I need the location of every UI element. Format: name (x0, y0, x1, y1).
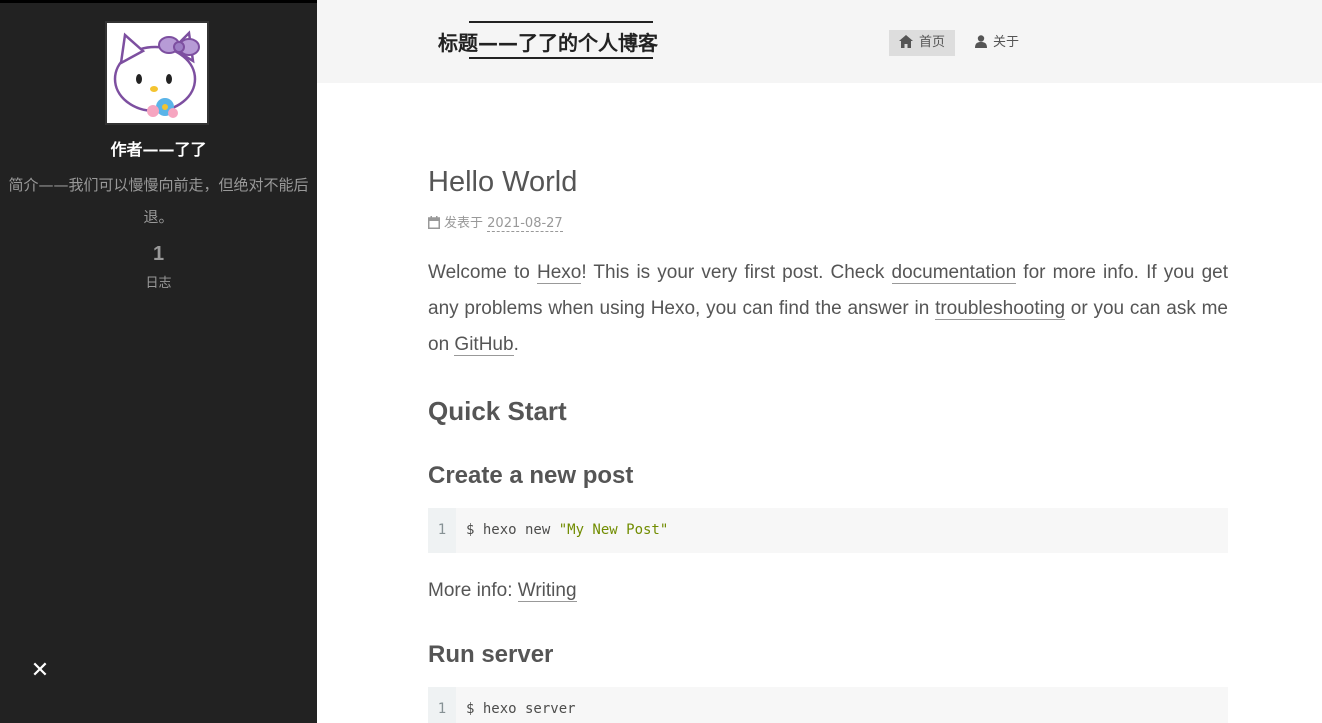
github-link[interactable]: GitHub (454, 334, 514, 356)
heading-run-server: Run server (428, 641, 554, 668)
post-meta-label: 发表于 (444, 216, 484, 231)
close-icon: ✕ (30, 657, 50, 682)
post-meta: 发表于 2021-08-27 (428, 212, 563, 232)
post-date: 2021-08-27 (487, 216, 563, 232)
posts-label[interactable]: 日志 (0, 272, 317, 291)
site-header: 标题——了了的个人博客 首页 关于 (317, 0, 1322, 83)
code-line[interactable]: $ hexo new "My New Post" (466, 508, 668, 553)
intro-text-5: . (513, 334, 519, 355)
home-icon (899, 35, 913, 48)
documentation-link[interactable]: documentation (891, 262, 1017, 284)
code-line-number: 1 (428, 687, 456, 723)
writing-link[interactable]: Writing (517, 580, 577, 602)
more-info-label: More info: (428, 580, 518, 601)
title-top-line (469, 21, 653, 23)
hexo-link[interactable]: Hexo (536, 262, 582, 284)
heading-create-post: Create a new post (428, 462, 634, 489)
hello-kitty-avatar-icon (107, 23, 207, 123)
sidebar: 作者——了了 简介——我们可以慢慢向前走，但绝对不能后退。 1 日志 ✕ (0, 0, 317, 723)
close-sidebar-button[interactable]: ✕ (30, 657, 50, 682)
user-icon (975, 35, 987, 48)
nav-item-about-label: 关于 (993, 35, 1020, 50)
intro-paragraph: Welcome to Hexo! This is your very first… (428, 255, 1228, 363)
site-title[interactable]: 标题——了了的个人博客 (438, 27, 658, 56)
code-string: "My New Post" (558, 522, 669, 538)
posts-count[interactable]: 1 (0, 243, 317, 266)
code-line-number: 1 (428, 508, 456, 553)
intro-text-1: Welcome to (428, 262, 537, 283)
calendar-icon (428, 216, 440, 229)
code-block-new-post: 1 $ hexo new "My New Post" (428, 508, 1228, 553)
code-line[interactable]: $ hexo server (466, 687, 576, 723)
author-description: 简介——我们可以慢慢向前走，但绝对不能后退。 (8, 176, 309, 226)
intro-text-2: ! This is your very first post. Check (581, 262, 892, 283)
nav-item-about[interactable]: 关于 (965, 30, 1029, 56)
nav-item-home[interactable]: 首页 (889, 30, 956, 56)
heading-quick-start: Quick Start (428, 396, 567, 426)
author-name: 作者——了了 (110, 140, 207, 159)
troubleshooting-link[interactable]: troubleshooting (935, 298, 1066, 320)
title-bottom-line (469, 57, 653, 59)
more-info-paragraph: More info: Writing (428, 573, 1228, 609)
code-block-server: 1 $ hexo server (428, 687, 1228, 723)
post-title[interactable]: Hello World (428, 166, 577, 199)
avatar[interactable] (105, 21, 209, 125)
code-command: $ hexo new (466, 522, 559, 538)
nav-item-home-label: 首页 (919, 35, 946, 50)
